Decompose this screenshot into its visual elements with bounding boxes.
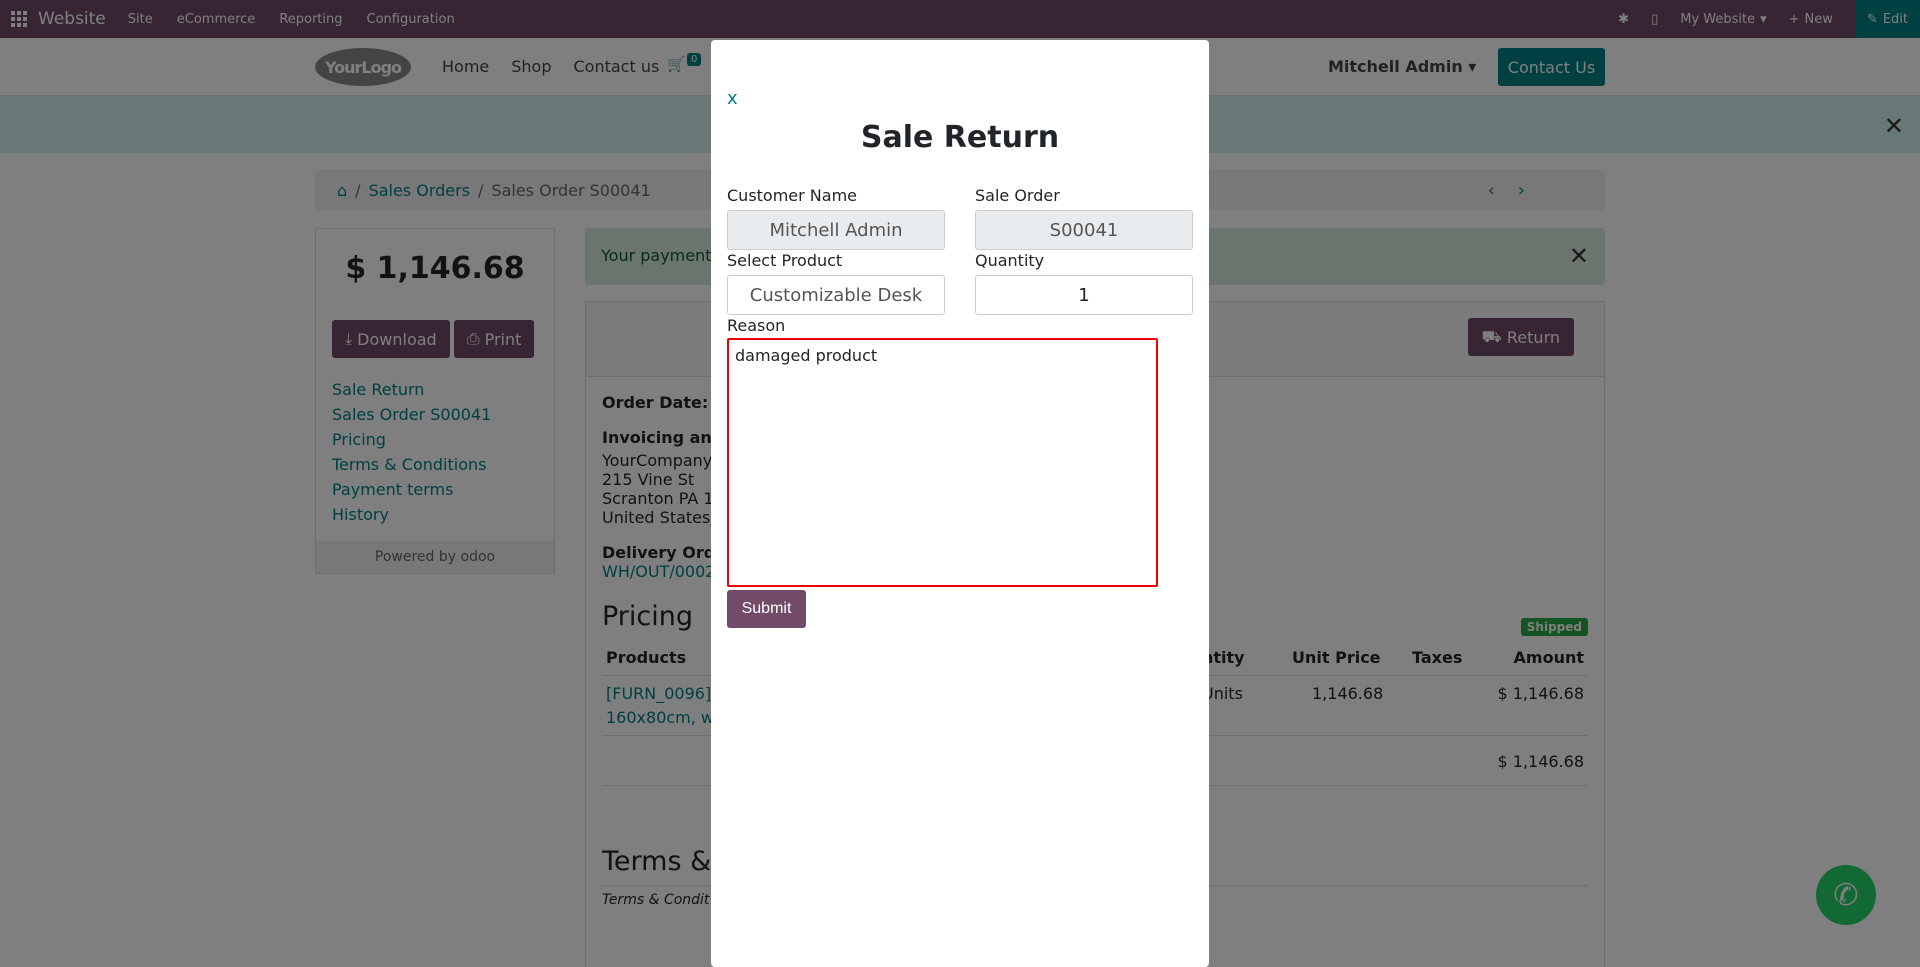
quantity-label: Quantity xyxy=(975,251,1045,270)
sale-return-modal: x Sale Return Customer Name Mitchell Adm… xyxy=(711,40,1209,967)
quantity-field[interactable]: 1 xyxy=(975,275,1193,315)
sale-order-label: Sale Order xyxy=(975,186,1060,205)
submit-button[interactable]: Submit xyxy=(727,590,806,628)
customer-name-label: Customer Name xyxy=(727,186,858,205)
reason-label: Reason xyxy=(727,316,786,335)
select-product-label: Select Product xyxy=(727,251,843,270)
modal-close-button[interactable]: x xyxy=(727,88,738,109)
reason-textarea[interactable]: damaged product xyxy=(727,338,1158,587)
select-product-field[interactable]: Customizable Desk xyxy=(727,275,945,315)
customer-name-field[interactable]: Mitchell Admin xyxy=(727,210,945,250)
sale-order-field[interactable]: S00041 xyxy=(975,210,1193,250)
modal-title: Sale Return xyxy=(860,120,1060,155)
